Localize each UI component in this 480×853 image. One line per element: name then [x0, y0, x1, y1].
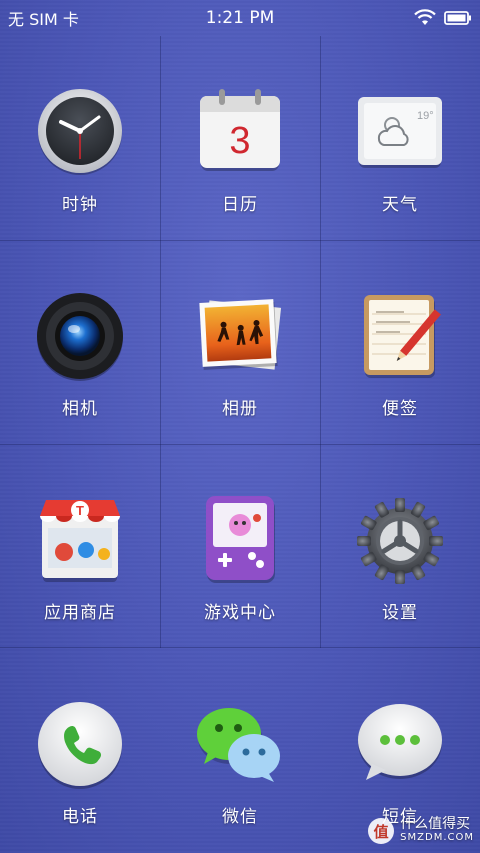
clock-icon: [32, 84, 128, 180]
wechat-icon: [192, 696, 288, 792]
app-label: 微信: [222, 807, 258, 827]
watermark-text: 什么值得买: [400, 816, 471, 832]
watermark-sub: SMZDM.COM: [400, 832, 474, 843]
photo-album-icon: [192, 288, 288, 384]
app-label: 天气: [382, 195, 418, 215]
app-phone[interactable]: 电话: [0, 648, 160, 853]
camera-icon: [32, 288, 128, 384]
app-camera[interactable]: 相机: [0, 240, 160, 444]
settings-gear-icon: [352, 492, 448, 588]
app-photo-album[interactable]: 相册: [160, 240, 320, 444]
app-calendar[interactable]: 3 日历: [160, 36, 320, 240]
app-label: 设置: [382, 603, 418, 623]
home-screen: 无 SIM 卡 1:21 PM 时钟 3 日历 19° 天气 相机 相册 便签 …: [0, 0, 480, 853]
weather-temp: 19°: [417, 110, 434, 122]
watermark: 值 什么值得买 SMZDM.COM: [368, 817, 474, 845]
app-label: 相机: [62, 399, 98, 419]
app-weather[interactable]: 19° 天气: [320, 36, 480, 240]
app-notes[interactable]: 便签: [320, 240, 480, 444]
app-clock[interactable]: 时钟: [0, 36, 160, 240]
app-label: 电话: [62, 807, 98, 827]
app-app-store[interactable]: T 应用商店: [0, 444, 160, 648]
app-game-center[interactable]: 游戏中心: [160, 444, 320, 648]
status-time: 1:21 PM: [205, 8, 275, 28]
weather-icon: 19°: [352, 84, 448, 180]
app-settings[interactable]: 设置: [320, 444, 480, 648]
game-center-icon: [192, 492, 288, 588]
status-bar: 无 SIM 卡 1:21 PM: [0, 0, 480, 36]
app-label: 时钟: [62, 195, 98, 215]
app-label: 相册: [222, 399, 258, 419]
phone-icon: [32, 696, 128, 792]
app-label: 应用商店: [44, 603, 116, 623]
app-label: 日历: [222, 195, 258, 215]
app-store-icon: T: [32, 492, 128, 588]
svg-text:T: T: [76, 503, 84, 518]
notes-icon: [352, 288, 448, 384]
app-wechat[interactable]: 微信: [160, 648, 320, 853]
app-grid: 时钟 3 日历 19° 天气 相机 相册 便签 T 应用商店 游戏中心 设置: [0, 36, 480, 648]
app-label: 游戏中心: [204, 603, 276, 623]
watermark-text-group: 什么值得买 SMZDM.COM: [400, 817, 474, 845]
watermark-badge: 值: [368, 818, 395, 844]
calendar-day: 3: [229, 120, 250, 162]
app-label: 便签: [382, 399, 418, 419]
calendar-icon: 3: [192, 84, 288, 180]
sms-icon: [352, 696, 448, 792]
